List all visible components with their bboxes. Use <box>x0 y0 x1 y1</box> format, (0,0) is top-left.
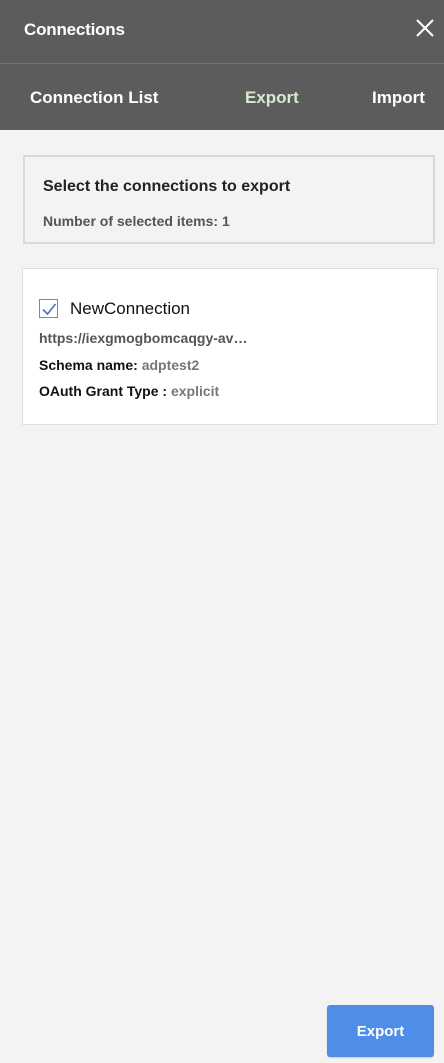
tab-bar: Connection List Export Import <box>0 63 444 130</box>
export-button[interactable]: Export <box>327 1005 434 1057</box>
window-title: Connections <box>24 20 125 39</box>
checkmark-icon <box>42 303 57 316</box>
close-icon[interactable] <box>413 16 437 40</box>
tab-connection-list[interactable]: Connection List <box>30 88 158 108</box>
oauth-label: OAuth Grant Type : <box>39 383 171 399</box>
selected-count: Number of selected items: 1 <box>43 213 230 229</box>
connection-card: NewConnection https://iexgmogbomcaqgy-av… <box>22 268 438 425</box>
oauth-value: explicit <box>170 383 220 399</box>
oauth-row: OAuth Grant Type : explicit <box>39 383 219 399</box>
export-info-panel: Select the connections to export Number … <box>23 155 435 244</box>
schema-value: adptest2 <box>141 357 200 373</box>
connection-checkbox[interactable] <box>39 299 58 318</box>
title-bar: Connections <box>0 0 444 63</box>
schema-row: Schema name: adptest2 <box>39 357 199 373</box>
connection-url: https://iexgmogbomcaqgy-av… <box>39 330 248 346</box>
schema-label: Schema name: <box>39 357 142 373</box>
tab-export[interactable]: Export <box>245 88 299 108</box>
tab-import[interactable]: Import <box>372 88 425 108</box>
export-heading: Select the connections to export <box>43 178 291 195</box>
connection-name: NewConnection <box>70 299 191 318</box>
